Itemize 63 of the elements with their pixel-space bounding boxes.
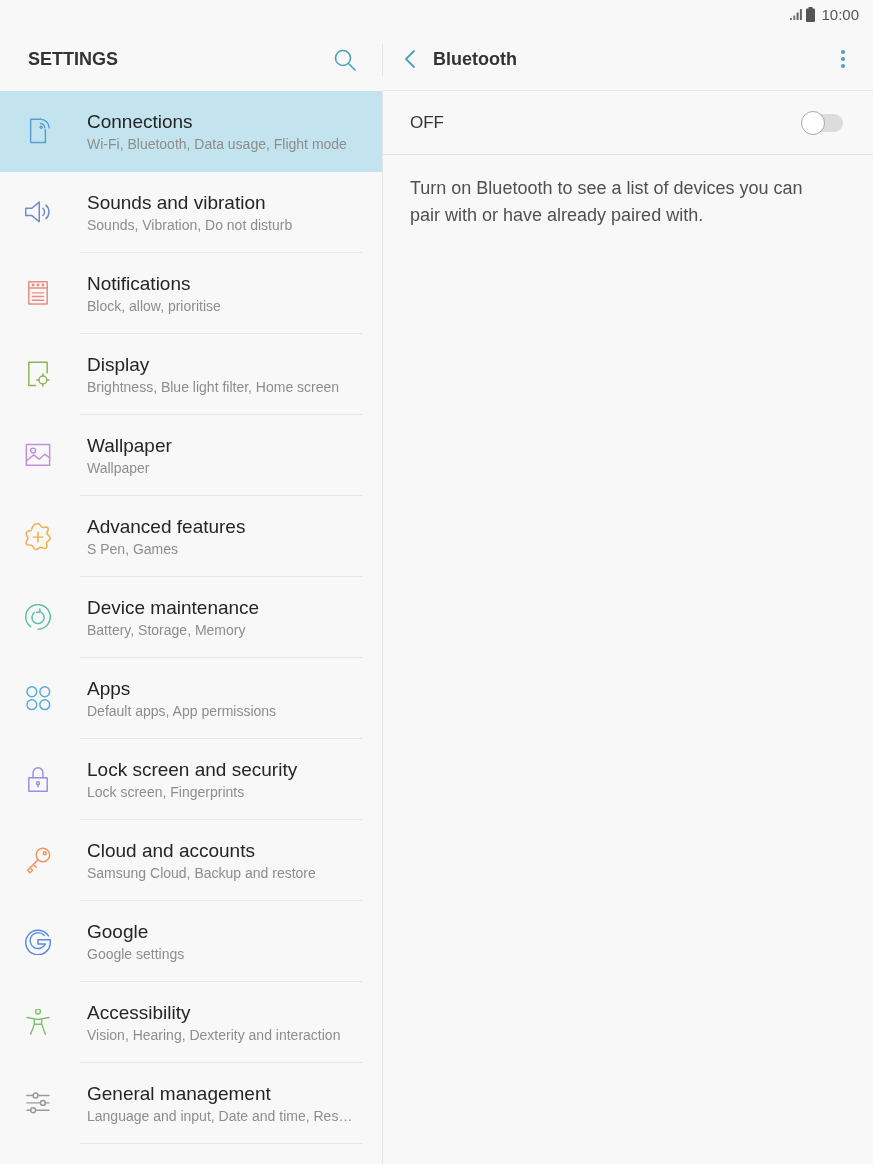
- item-subtitle: Battery, Storage, Memory: [87, 620, 247, 639]
- item-title: Advanced features: [87, 514, 247, 538]
- letter-g-icon: [25, 928, 51, 955]
- item-title: Cloud and accounts: [87, 838, 256, 862]
- search-icon: [334, 48, 356, 71]
- item-subtitle: Sounds, Vibration, Do not disturb: [87, 215, 294, 234]
- settings-item[interactable]: General management Language and input, Date and time, Res…: [0, 1063, 382, 1144]
- description-text: Turn on Bluetooth to see a list of devices you can pair with or have already paired with.: [410, 177, 804, 227]
- item-subtitle: Lock screen, Fingerprints: [87, 782, 246, 801]
- item-subtitle: Block, allow, prioritise: [87, 296, 222, 315]
- settings-item[interactable]: Device maintenance Battery, Storage, Memory: [0, 577, 382, 658]
- item-subtitle: Default apps, App permissions: [87, 701, 278, 720]
- key-icon: [25, 847, 51, 874]
- settings-item[interactable]: Google Google settings: [0, 901, 382, 982]
- back-icon: [405, 50, 415, 68]
- circular-arrow-icon: [25, 604, 51, 631]
- item-title: Sounds and vibration: [87, 190, 267, 214]
- item-subtitle: Google settings: [87, 944, 186, 963]
- item-title: Wallpaper: [87, 433, 173, 457]
- back-button[interactable]: [405, 50, 415, 68]
- settings-title: SETTINGS: [28, 49, 118, 70]
- screen-gear-icon: [25, 361, 51, 388]
- item-subtitle: Wi-Fi, Bluetooth, Data usage, Flight mode: [87, 134, 348, 153]
- item-subtitle: S Pen, Games: [87, 539, 180, 558]
- item-title: Google: [87, 919, 150, 943]
- item-title: Accessibility: [87, 1000, 192, 1024]
- person-figure-icon: [25, 1009, 51, 1036]
- item-title: Apps: [87, 676, 132, 700]
- item-subtitle: Samsung Cloud, Backup and restore: [87, 863, 317, 882]
- page-title: Bluetooth: [433, 48, 517, 70]
- search-button[interactable]: [334, 48, 356, 71]
- toggle-switch[interactable]: [801, 110, 843, 135]
- status-time: 10:00: [821, 5, 859, 23]
- item-title: Device maintenance: [87, 595, 261, 619]
- more-options-icon: [841, 50, 845, 68]
- gear-plus-icon: [25, 523, 51, 550]
- settings-item[interactable]: Apps Default apps, App permissions: [0, 658, 382, 739]
- picture-icon: [25, 442, 51, 469]
- settings-item[interactable]: Sounds and vibration Sounds, Vibration, Do not disturb: [0, 172, 382, 253]
- item-title: General management: [87, 1081, 272, 1105]
- item-title: Display: [87, 352, 151, 376]
- settings-item[interactable]: Accessibility Vision, Hearing, Dexterity and interaction: [0, 982, 382, 1063]
- settings-item[interactable]: Connections Wi-Fi, Bluetooth, Data usage, Flight mode: [0, 91, 382, 172]
- item-title: Notifications: [87, 271, 192, 295]
- settings-item[interactable]: Wallpaper Wallpaper: [0, 415, 382, 496]
- signal-icon: [790, 8, 803, 20]
- item-subtitle: Language and input, Date and time, Res…: [87, 1106, 354, 1125]
- four-circles-icon: [25, 685, 51, 712]
- item-title: Lock screen and security: [87, 757, 299, 781]
- switch-label: OFF: [410, 112, 445, 133]
- settings-item[interactable]: Advanced features S Pen, Games: [0, 496, 382, 577]
- notification-list-icon: [25, 280, 51, 307]
- item-subtitle: Brightness, Blue light filter, Home screen: [87, 377, 341, 396]
- settings-item[interactable]: Lock screen and security Lock screen, Fingerprints: [0, 739, 382, 820]
- battery-icon: [806, 6, 816, 22]
- settings-item[interactable]: Display Brightness, Blue light filter, Home screen: [0, 334, 382, 415]
- settings-item[interactable]: Cloud and accounts Samsung Cloud, Backup and restore: [0, 820, 382, 901]
- item-subtitle: Wallpaper: [87, 458, 151, 477]
- settings-item[interactable]: Notifications Block, allow, prioritise: [0, 253, 382, 334]
- more-options-button[interactable]: [841, 50, 845, 68]
- padlock-icon: [25, 766, 51, 793]
- item-subtitle: Vision, Hearing, Dexterity and interaction: [87, 1025, 342, 1044]
- item-title: Connections: [87, 109, 194, 133]
